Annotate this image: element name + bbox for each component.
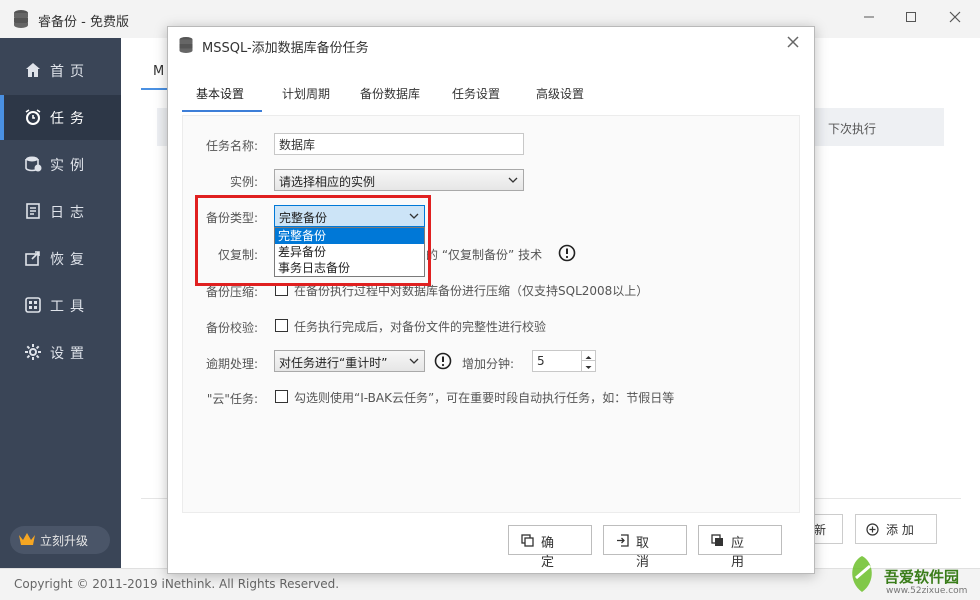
sidebar-item-home[interactable]: 首页 xyxy=(0,48,121,93)
ok-button-label: 确 定 xyxy=(541,536,565,570)
watermark-url: www.52zixue.com xyxy=(886,586,968,596)
sidebar-item-label: 恢复 xyxy=(50,252,90,268)
home-icon xyxy=(26,63,40,77)
app-database-icon xyxy=(14,10,28,28)
ok-button[interactable]: 确 定 xyxy=(508,525,592,570)
sidebar-item-label: 工具 xyxy=(50,299,90,315)
background-tab[interactable]: M xyxy=(153,64,164,79)
dialog-tabs: 基本设置 计划周期 备份数据库 任务设置 高级设置 xyxy=(182,77,802,113)
apply-button-label: 应 用 xyxy=(731,536,755,570)
close-icon xyxy=(949,11,961,23)
dialog-title: MSSQL-添加数据库备份任务 xyxy=(202,41,369,56)
exit-icon xyxy=(617,534,629,547)
timeout-select[interactable]: 对任务进行“重计时” xyxy=(274,350,425,372)
tab-schedule[interactable]: 计划周期 xyxy=(282,85,330,102)
sidebar-item-instances[interactable]: 实例 xyxy=(0,142,121,187)
cloud-task-text: 勾选则使用“I-BAK云任务”，可在重要时段自动执行任务，如：节假日等 xyxy=(294,391,675,405)
add-minutes-spinner[interactable]: 5 xyxy=(532,350,596,372)
log-icon xyxy=(26,203,40,219)
minimize-button[interactable] xyxy=(856,8,882,30)
sidebar-item-settings[interactable]: 设置 xyxy=(0,330,121,375)
database-icon xyxy=(25,156,42,172)
add-button-label: 添 加 xyxy=(886,523,914,537)
gear-icon xyxy=(25,344,41,360)
tab-backup-database[interactable]: 备份数据库 xyxy=(360,85,420,102)
info-warning-icon[interactable] xyxy=(434,352,452,370)
sidebar-item-restore[interactable]: 恢复 xyxy=(0,236,121,281)
sidebar-item-label: 任务 xyxy=(50,111,90,127)
upgrade-button[interactable]: 立刻升级 xyxy=(10,526,110,554)
active-tab-underline xyxy=(182,110,262,112)
cancel-button-label: 取 消 xyxy=(636,536,660,570)
new-button-label: 新 xyxy=(814,523,827,537)
add-minutes-label: 增加分钟: xyxy=(462,357,515,371)
window-close-button[interactable] xyxy=(942,8,968,30)
task-name-label: 任务名称: xyxy=(205,139,258,153)
confirm-icon xyxy=(521,534,534,547)
sidebar: 首页 任务 实例 日志 恢复 工具 设置 立刻升级 xyxy=(0,38,121,568)
copyright-text: Copyright © 2011-2019 iNethink. All Righ… xyxy=(14,577,340,591)
app-title: 睿备份 - 免费版 xyxy=(38,15,129,30)
verify-text: 任务执行完成后，对备份文件的完整性进行校验 xyxy=(294,320,547,334)
highlight-box xyxy=(195,195,431,286)
instance-select-value: 请选择相应的实例 xyxy=(279,175,376,189)
cloud-task-checkbox[interactable] xyxy=(275,390,288,403)
tab-task-settings[interactable]: 任务设置 xyxy=(452,85,500,102)
restore-icon xyxy=(25,251,40,266)
plus-circle-icon xyxy=(866,523,879,536)
close-icon xyxy=(787,36,799,48)
watermark-text: 吾爱软件园 xyxy=(884,568,960,586)
tab-advanced-settings[interactable]: 高级设置 xyxy=(536,85,584,102)
maximize-icon xyxy=(906,12,916,22)
add-backup-task-dialog: MSSQL-添加数据库备份任务 基本设置 计划周期 备份数据库 任务设置 高级设… xyxy=(167,26,815,574)
minimize-icon xyxy=(864,16,874,18)
spinner-down-button[interactable] xyxy=(582,361,595,371)
verify-label: 备份校验: xyxy=(205,321,258,335)
cancel-button[interactable]: 取 消 xyxy=(603,525,687,570)
instance-label: 实例: xyxy=(229,175,258,189)
timeout-label: 逾期处理: xyxy=(205,357,258,371)
alarm-clock-icon xyxy=(25,109,41,125)
column-next-run: 下次执行 xyxy=(828,122,877,136)
upgrade-label: 立刻升级 xyxy=(40,534,89,548)
timeout-select-value: 对任务进行“重计时” xyxy=(279,356,388,370)
dialog-close-button[interactable] xyxy=(782,33,804,55)
sidebar-item-label: 首页 xyxy=(50,64,90,80)
sidebar-item-label: 日志 xyxy=(50,205,90,221)
apply-icon xyxy=(711,534,723,546)
apply-button[interactable]: 应 用 xyxy=(698,525,782,570)
sidebar-item-tasks[interactable]: 任务 xyxy=(0,95,121,140)
chevron-down-icon xyxy=(409,358,419,364)
tab-basic-settings[interactable]: 基本设置 xyxy=(196,85,244,102)
add-button[interactable]: 添 加 xyxy=(855,514,937,544)
maximize-button[interactable] xyxy=(898,8,924,30)
crown-icon xyxy=(19,533,35,545)
tools-icon xyxy=(25,297,41,313)
arrow-down-icon xyxy=(585,366,592,369)
dialog-database-icon xyxy=(179,37,193,53)
cloud-task-label: "云"任务: xyxy=(206,392,258,406)
chevron-down-icon xyxy=(508,177,518,183)
sidebar-item-label: 设置 xyxy=(50,346,90,362)
sidebar-item-tools[interactable]: 工具 xyxy=(0,283,121,328)
verify-checkbox[interactable] xyxy=(275,319,288,332)
task-name-input[interactable] xyxy=(274,133,524,155)
sidebar-item-label: 实例 xyxy=(50,158,90,174)
info-warning-icon[interactable] xyxy=(558,244,576,262)
instance-select[interactable]: 请选择相应的实例 xyxy=(274,169,524,191)
add-minutes-value: 5 xyxy=(537,354,545,368)
copy-only-text: 的 “仅复制备份” 技术 xyxy=(426,248,543,262)
watermark-logo-icon xyxy=(852,556,872,592)
spinner-up-button[interactable] xyxy=(582,351,595,361)
spinner-buttons xyxy=(581,351,595,371)
sidebar-item-logs[interactable]: 日志 xyxy=(0,189,121,234)
